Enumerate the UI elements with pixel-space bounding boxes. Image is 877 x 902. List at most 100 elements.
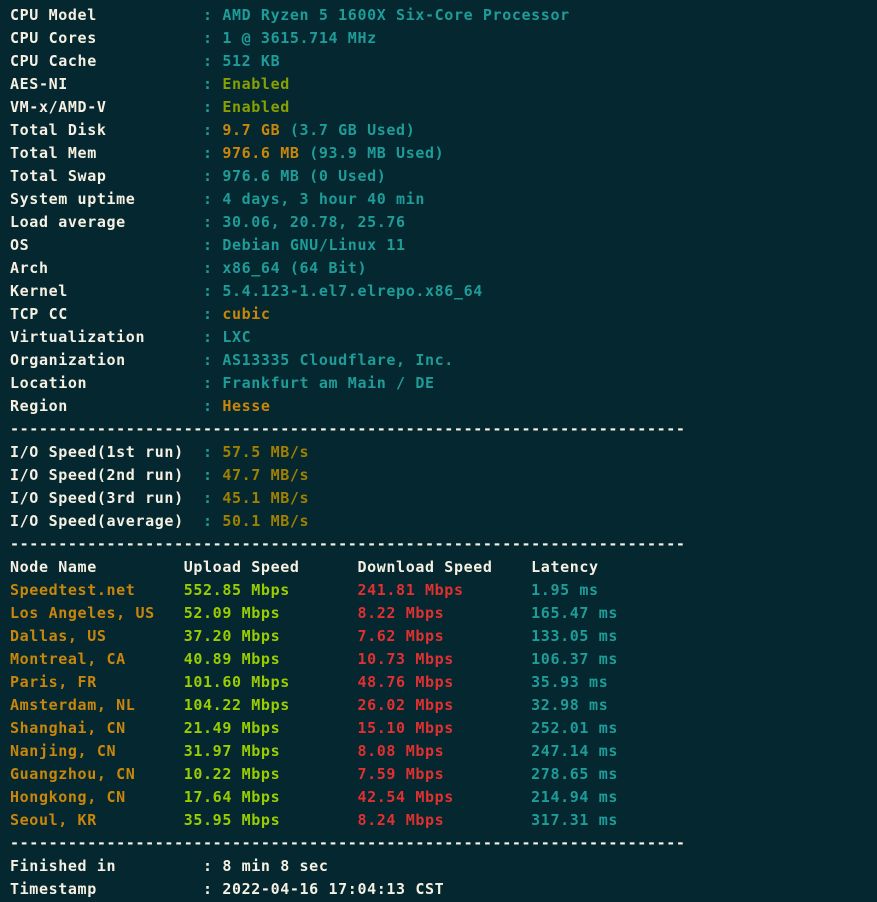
footer-label: Timestamp <box>10 880 204 898</box>
info-label: Total Mem <box>10 144 204 162</box>
speedtest-latency: 214.94 ms <box>531 788 619 806</box>
speedtest-row: Shanghai, CN 21.49 Mbps 15.10 Mbps 252.0… <box>10 717 877 740</box>
speedtest-latency: 133.05 ms <box>531 627 619 645</box>
info-label: Organization <box>10 351 204 369</box>
info-label: Kernel <box>10 282 204 300</box>
speedtest-node-name: Montreal, CA <box>10 650 184 668</box>
speedtest-download-speed: 8.08 Mbps <box>357 742 532 760</box>
info-value: LXC <box>222 328 252 346</box>
io-speed-label: I/O Speed(average) <box>10 512 204 530</box>
speedtest-row: Speedtest.net 552.85 Mbps 241.81 Mbps 1.… <box>10 579 877 602</box>
info-row: Location : Frankfurt am Main / DE <box>10 372 877 395</box>
io-speed-value: 47.7 MB/s <box>222 466 310 484</box>
info-label: CPU Cores <box>10 29 204 47</box>
speedtest-header-row: Node Name Upload Speed Download Speed La… <box>10 556 877 579</box>
info-separator: : <box>203 190 223 208</box>
speedtest-node-name: Guangzhou, CN <box>10 765 184 783</box>
speedtest-node-name: Speedtest.net <box>10 581 184 599</box>
info-row: System uptime : 4 days, 3 hour 40 min <box>10 188 877 211</box>
io-speed-separator: : <box>203 443 223 461</box>
speedtest-download-speed: 10.73 Mbps <box>357 650 532 668</box>
speedtest-row: Dallas, US 37.20 Mbps 7.62 Mbps 133.05 m… <box>10 625 877 648</box>
speedtest-latency: 247.14 ms <box>531 742 619 760</box>
footer-row: Finished in : 8 min 8 sec <box>10 855 877 878</box>
info-label: Region <box>10 397 204 415</box>
speedtest-header-download: Download Speed <box>357 558 532 576</box>
footer-label: Finished in <box>10 857 204 875</box>
speedtest-upload-speed: 21.49 Mbps <box>183 719 358 737</box>
speedtest-node-name: Paris, FR <box>10 673 184 691</box>
speedtest-node-name: Hongkong, CN <box>10 788 184 806</box>
footer-row: Timestamp : 2022-04-16 17:04:13 CST <box>10 878 877 901</box>
speedtest-node-name: Seoul, KR <box>10 811 184 829</box>
speedtest-row: Montreal, CA 40.89 Mbps 10.73 Mbps 106.3… <box>10 648 877 671</box>
speedtest-header-latency: Latency <box>531 558 599 576</box>
info-value-rest: (93.9 MB Used) <box>299 144 445 162</box>
info-separator: : <box>203 29 223 47</box>
section-divider-footer: ----------------------------------------… <box>10 834 686 852</box>
info-separator: : <box>203 52 223 70</box>
info-label: Location <box>10 374 204 392</box>
info-label: CPU Model <box>10 6 204 24</box>
io-speed-separator: : <box>203 512 223 530</box>
info-value: Enabled <box>222 75 290 93</box>
info-label: Load average <box>10 213 204 231</box>
io-speed-row: I/O Speed(1st run) : 57.5 MB/s <box>10 441 877 464</box>
footer-value: 2022-04-16 17:04:13 CST <box>222 880 445 898</box>
info-value-highlight: 9.7 GB <box>222 121 281 139</box>
speedtest-download-speed: 7.62 Mbps <box>357 627 532 645</box>
info-value-rest: (3.7 GB Used) <box>280 121 416 139</box>
io-speed-row: I/O Speed(3rd run) : 45.1 MB/s <box>10 487 877 510</box>
speedtest-download-speed: 241.81 Mbps <box>357 581 532 599</box>
section-divider-speedtest: ----------------------------------------… <box>10 535 686 553</box>
speedtest-header-node: Node Name <box>10 558 184 576</box>
info-separator: : <box>203 282 223 300</box>
io-speed-value: 45.1 MB/s <box>222 489 310 507</box>
speedtest-row: Seoul, KR 35.95 Mbps 8.24 Mbps 317.31 ms <box>10 809 877 832</box>
info-value: Debian GNU/Linux 11 <box>222 236 406 254</box>
info-row: CPU Cache : 512 KB <box>10 50 877 73</box>
io-speed-label: I/O Speed(1st run) <box>10 443 204 461</box>
info-row: Load average : 30.06, 20.78, 25.76 <box>10 211 877 234</box>
info-value: 976.6 MB (0 Used) <box>222 167 387 185</box>
info-row: AES-NI : Enabled <box>10 73 877 96</box>
speedtest-upload-speed: 10.22 Mbps <box>183 765 358 783</box>
info-row: CPU Cores : 1 @ 3615.714 MHz <box>10 27 877 50</box>
info-value: x86_64 (64 Bit) <box>222 259 368 277</box>
info-separator: : <box>203 328 223 346</box>
footer-separator: : <box>203 880 223 898</box>
speedtest-download-speed: 48.76 Mbps <box>357 673 532 691</box>
info-separator: : <box>203 144 223 162</box>
speedtest-latency: 32.98 ms <box>531 696 609 714</box>
info-separator: : <box>203 305 223 323</box>
info-value: Enabled <box>222 98 290 116</box>
speedtest-node-name: Nanjing, CN <box>10 742 184 760</box>
speedtest-row: Nanjing, CN 31.97 Mbps 8.08 Mbps 247.14 … <box>10 740 877 763</box>
speedtest-download-speed: 7.59 Mbps <box>357 765 532 783</box>
speedtest-row: Amsterdam, NL 104.22 Mbps 26.02 Mbps 32.… <box>10 694 877 717</box>
info-separator: : <box>203 213 223 231</box>
info-label: OS <box>10 236 204 254</box>
footer-separator: : <box>203 857 223 875</box>
info-value: 1 @ 3615.714 MHz <box>222 29 377 47</box>
speedtest-latency: 317.31 ms <box>531 811 619 829</box>
speedtest-download-speed: 8.22 Mbps <box>357 604 532 622</box>
info-separator: : <box>203 75 223 93</box>
speedtest-upload-speed: 101.60 Mbps <box>183 673 358 691</box>
info-value: Hesse <box>222 397 271 415</box>
info-label: Total Disk <box>10 121 204 139</box>
info-row: TCP CC : cubic <box>10 303 877 326</box>
info-value: 512 KB <box>222 52 281 70</box>
info-value: AMD Ryzen 5 1600X Six-Core Processor <box>222 6 570 24</box>
info-separator: : <box>203 351 223 369</box>
info-row: CPU Model : AMD Ryzen 5 1600X Six-Core P… <box>10 4 877 27</box>
info-row: Total Disk : 9.7 GB (3.7 GB Used) <box>10 119 877 142</box>
io-speed-value: 50.1 MB/s <box>222 512 310 530</box>
section-divider-io: ----------------------------------------… <box>10 420 686 438</box>
terminal-output: CPU Model : AMD Ryzen 5 1600X Six-Core P… <box>0 0 877 902</box>
speedtest-upload-speed: 31.97 Mbps <box>183 742 358 760</box>
io-speed-separator: : <box>203 489 223 507</box>
speedtest-upload-speed: 37.20 Mbps <box>183 627 358 645</box>
info-label: TCP CC <box>10 305 204 323</box>
speedtest-row: Hongkong, CN 17.64 Mbps 42.54 Mbps 214.9… <box>10 786 877 809</box>
